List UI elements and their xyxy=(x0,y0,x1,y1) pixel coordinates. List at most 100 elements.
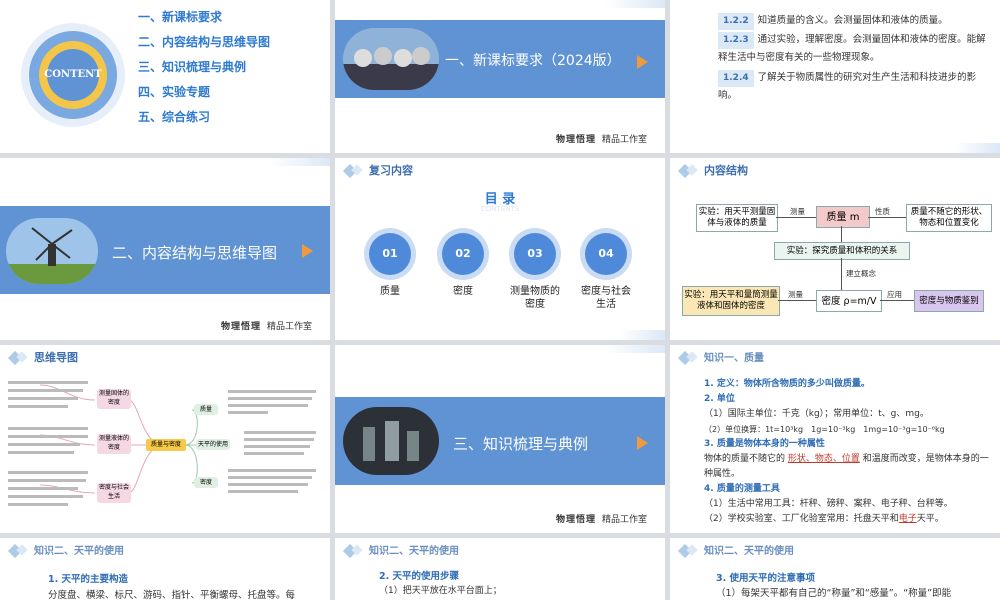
play-arrow-icon xyxy=(302,244,313,258)
play-arrow-icon xyxy=(637,436,648,450)
slide-title: 二、内容结构与思维导图 xyxy=(112,244,278,262)
slide-thumbnail-3[interactable]: 1.2.2 知道质量的含义。会测量固体和液体的质量。 1.2.3 通过实验，理解密度… xyxy=(670,0,1000,153)
footer-brand: 物理悟理 xyxy=(220,322,261,332)
unit-line-2: （2）单位换算：1t=10³kg 1g=10⁻³kg 1mg=10⁻³g=10⁻… xyxy=(704,425,945,434)
content-logo-text: CONTENT xyxy=(44,69,102,80)
menu-item-4[interactable]: 四、实验专题 xyxy=(138,83,210,100)
arrow-line xyxy=(868,217,906,218)
toc-label-3[interactable]: 测量物质的密度 xyxy=(508,285,562,311)
slide-thumbnail-9[interactable]: 知识一、质量 1. 定义：物体所含物质的多少叫做质量。 2. 单位 （1）国际主… xyxy=(670,345,1000,533)
unit-line-1: （1）国际主单位：千克（kg）；常用单位：t、g、mg。 xyxy=(704,409,929,419)
property-line: 物体的质量不随它的 形状、物态、位置 和温度而改变，是物体本身的一种属性。 xyxy=(704,452,994,482)
standard-text: 通过实验，理解密度。会测量固体和液体的密度。能解释生活中与密度有关的一些物理现象… xyxy=(718,34,986,63)
tool-line-1: （1）生活中常用工具：杆秤、磅秤、案秤、电子秤、台秤等。 xyxy=(704,499,953,509)
footer-brand: 物理悟理 xyxy=(555,515,596,525)
box-identify: 密度与物质鉴别 xyxy=(914,290,984,312)
header-title: 内容结构 xyxy=(704,164,748,177)
windmill-photo xyxy=(6,218,98,284)
slide-header: 知识二、天平的使用 xyxy=(670,538,1000,564)
label-apply: 应用 xyxy=(887,290,902,299)
box-mass: 质量 m xyxy=(816,206,870,228)
slide-thumbnail-5[interactable]: 复习内容 目 录 CONTENTS 01 02 03 04 质量 密度 测量物质… xyxy=(335,158,665,340)
box-exp-mass: 实验：用天平测量固体与液体的质量 xyxy=(696,204,778,232)
ethnic-group-photo xyxy=(343,28,439,90)
knowledge-text: 1. 定义：物体所含物质的多少叫做质量。 2. 单位 （1）国际主单位：千克（k… xyxy=(704,377,994,527)
footer-studio: 精品工作室 xyxy=(601,135,647,145)
label-measure: 测量 xyxy=(790,207,805,216)
slide-thumbnail-10[interactable]: 知识二、天平的使用 1. 天平的主要构造 分度盘、横梁、标尺、游码、指针、平衡螺… xyxy=(0,538,330,600)
slide-thumbnail-4[interactable]: 二、内容结构与思维导图 物理悟理 精品工作室 xyxy=(0,158,330,340)
standard-num: 1.2.3 xyxy=(718,32,754,49)
corner-decor xyxy=(270,158,330,166)
standard-item-3: 1.2.4 了解关于物质属性的研究对生产生活和科技进步的影响。 xyxy=(718,69,988,104)
arrow-line xyxy=(841,258,842,290)
slide-thumbnail-1[interactable]: CONTENT 一、新课标要求 二、内容结构与思维导图 三、知识梳理与典例 四、… xyxy=(0,0,330,153)
standard-num: 1.2.4 xyxy=(718,70,754,87)
corner-decor xyxy=(954,143,1000,153)
property-text: 物体的质量不随它的 xyxy=(704,454,786,464)
menu-item-5[interactable]: 五、综合练习 xyxy=(138,108,210,125)
footer-brand: 物理悟理 xyxy=(555,135,596,145)
toc-number-2[interactable]: 02 xyxy=(442,233,484,275)
slide-thumbnail-12[interactable]: 知识二、天平的使用 3. 使用天平的注意事项 （1）每架天平都有自己的“称量”和… xyxy=(670,538,1000,600)
slide-thumbnail-11[interactable]: 知识二、天平的使用 2. 天平的使用步骤 （1）把天平放在水平台面上； xyxy=(335,538,665,600)
label-nature: 性质 xyxy=(875,207,890,216)
tool-text: （2）学校实验室、工厂化验室常用：托盘天平和 xyxy=(704,514,899,524)
toc-label-1[interactable]: 质量 xyxy=(355,285,425,298)
slide-thumbnail-7[interactable]: 思维导图 质量与密度 测量固体的密度 测量液体的密度 密度与社会生活 质量 天平… xyxy=(0,345,330,533)
slide-header: 内容结构 xyxy=(670,158,1000,184)
toc-label-4[interactable]: 密度与社会生活 xyxy=(578,285,634,311)
label-measure: 测量 xyxy=(788,290,803,299)
slide-header: 知识一、质量 xyxy=(670,345,1000,371)
toc-number-4[interactable]: 04 xyxy=(585,233,627,275)
menu-item-1[interactable]: 一、新课标要求 xyxy=(138,8,222,25)
lab-glassware-photo xyxy=(343,407,439,475)
tool-heading: 4. 质量的测量工具 xyxy=(704,484,780,494)
unit-heading: 2. 单位 xyxy=(704,394,735,404)
toc-label-2[interactable]: 密度 xyxy=(428,285,498,298)
arrow-line xyxy=(880,300,914,301)
box-exp-density: 实验：用天平和量筒测量液体和固体的密度 xyxy=(682,286,780,316)
body-text: 分度盘、横梁、标尺、游码、指针、平衡螺母、托盘等。每 xyxy=(48,590,296,600)
toc-number-3[interactable]: 03 xyxy=(514,233,556,275)
corner-decor xyxy=(605,0,665,8)
property-answer: 形状、物态、位置 xyxy=(787,454,860,464)
footer: 物理悟理 精品工作室 xyxy=(556,132,647,145)
standard-num: 1.2.2 xyxy=(718,13,754,30)
menu-item-3[interactable]: 三、知识梳理与典例 xyxy=(138,58,246,75)
header-title: 知识二、天平的使用 xyxy=(369,546,459,557)
header-title: 知识二、天平的使用 xyxy=(704,546,794,557)
slide-title: 三、知识梳理与典例 xyxy=(453,435,589,453)
slide-thumbnail-8[interactable]: 三、知识梳理与典例 物理悟理 精品工作室 xyxy=(335,345,665,533)
slide-thumbnail-6[interactable]: 内容结构 实验：用天平测量固体与液体的质量 质量 m 质量不随它的形状、物态和位… xyxy=(670,158,1000,340)
tool-line-2: （2）学校实验室、工厂化验室常用：托盘天平和电子天平。 xyxy=(704,512,994,527)
slide-header: 知识二、天平的使用 xyxy=(0,538,330,564)
box-property: 质量不随它的形状、物态和位置变化 xyxy=(906,204,992,232)
def-line: 1. 定义：物体所含物质的多少叫做质量。 xyxy=(704,379,870,389)
standard-item-2: 1.2.3 通过实验，理解密度。会测量固体和液体的密度。能解释生活中与密度有关的一… xyxy=(718,31,990,66)
footer: 物理悟理 精品工作室 xyxy=(556,512,647,525)
body-text: （1）每架天平都有自己的“称量”和“感量”。“称量”即能 xyxy=(716,588,952,599)
slide-grid: CONTENT 一、新课标要求 二、内容结构与思维导图 三、知识梳理与典例 四、… xyxy=(0,0,1000,600)
sub-heading: 2. 天平的使用步骤 xyxy=(379,571,460,582)
standard-item-1: 1.2.2 知道质量的含义。会测量固体和液体的质量。 xyxy=(718,12,988,30)
property-heading: 3. 质量是物体本身的一种属性 xyxy=(704,439,825,449)
menu-item-2[interactable]: 二、内容结构与思维导图 xyxy=(138,33,270,50)
arrow-line xyxy=(841,226,842,242)
tool-text-end: 天平。 xyxy=(916,514,944,524)
corner-decor xyxy=(619,330,665,340)
standard-text: 知道质量的含义。会测量固体和液体的质量。 xyxy=(757,15,948,26)
body-text: （1）把天平放在水平台面上； xyxy=(379,586,502,596)
footer: 物理悟理 精品工作室 xyxy=(221,319,312,332)
slide-thumbnail-2[interactable]: 一、新课标要求（2024版） 物理悟理 精品工作室 xyxy=(335,0,665,153)
sub-heading: 3. 使用天平的注意事项 xyxy=(716,573,816,584)
footer-studio: 精品工作室 xyxy=(266,322,312,332)
slide-header: 知识二、天平的使用 xyxy=(335,538,665,564)
header-title: 复习内容 xyxy=(369,164,413,177)
mind-map-detail-text xyxy=(8,381,316,506)
standard-text: 了解关于物质属性的研究对生产生活和科技进步的影响。 xyxy=(718,72,977,101)
header-title: 知识二、天平的使用 xyxy=(34,546,124,557)
slide-header: 复习内容 xyxy=(335,158,665,184)
corner-decor xyxy=(605,345,665,353)
toc-number-1[interactable]: 01 xyxy=(369,233,411,275)
